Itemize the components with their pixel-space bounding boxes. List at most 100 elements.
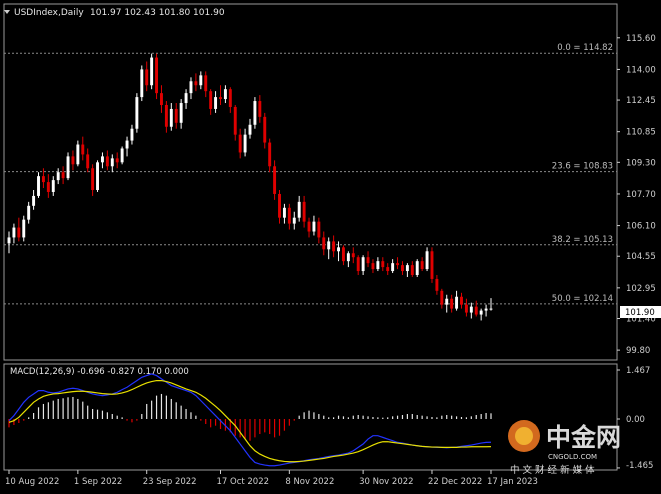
chart-canvas[interactable]: 0.0 = 114.82 23.6 = 108.83 38.2 = 105.13 50… (0, 0, 661, 490)
candle-bull[interactable] (346, 253, 350, 262)
candle-bear[interactable] (91, 168, 95, 190)
candle-bull[interactable] (7, 237, 11, 244)
candle-bear[interactable] (209, 91, 213, 109)
candle-bull[interactable] (415, 261, 419, 275)
candlesticks[interactable] (7, 53, 493, 321)
candle-bear[interactable] (145, 69, 149, 86)
chart-window[interactable]: 0.0 = 114.82 23.6 = 108.83 38.2 = 105.13 50… (0, 0, 661, 490)
candle-bear[interactable] (41, 176, 45, 183)
candle-bull[interactable] (223, 89, 227, 100)
candle-bear[interactable] (450, 298, 454, 309)
candle-bear[interactable] (410, 265, 414, 275)
candle-bear[interactable] (351, 253, 355, 258)
candle-bear[interactable] (356, 257, 360, 272)
candle-bear[interactable] (302, 201, 306, 222)
candle-bull[interactable] (243, 134, 247, 153)
candle-bear[interactable] (420, 261, 424, 270)
candle-bull[interactable] (22, 219, 26, 238)
candle-bear[interactable] (46, 182, 50, 192)
candle-bear[interactable] (322, 237, 326, 250)
candle-bear[interactable] (386, 267, 390, 272)
candle-bear[interactable] (81, 144, 85, 155)
candle-bear[interactable] (460, 296, 463, 305)
candle-bull[interactable] (32, 195, 36, 206)
candle-bull[interactable] (125, 140, 129, 149)
candle-bull[interactable] (189, 81, 193, 94)
candle-bull[interactable] (391, 263, 395, 272)
candle-bull[interactable] (327, 241, 331, 250)
candle-bear[interactable] (115, 158, 119, 163)
candle-bull[interactable] (100, 156, 104, 163)
candle-bear[interactable] (278, 193, 281, 218)
candle-bull[interactable] (469, 306, 473, 313)
candle-bull[interactable] (248, 124, 252, 135)
candle-bear[interactable] (440, 290, 444, 305)
candle-bear[interactable] (317, 221, 321, 238)
candle-bear[interactable] (430, 251, 434, 279)
candle-bear[interactable] (228, 89, 232, 107)
candle-bear[interactable] (233, 106, 237, 135)
candle-bull[interactable] (179, 103, 183, 123)
fibonacci-levels[interactable]: 0.0 = 114.82 23.6 = 108.83 38.2 = 105.13 50… (4, 43, 617, 305)
chevron-down-icon[interactable] (4, 10, 10, 14)
candle-bull[interactable] (66, 156, 70, 179)
candle-bear[interactable] (17, 227, 21, 238)
candle-bull[interactable] (37, 176, 40, 196)
candle-bear[interactable] (464, 304, 468, 313)
candle-bull[interactable] (130, 128, 134, 141)
candle-bear[interactable] (366, 257, 370, 264)
candle-bear[interactable] (155, 57, 159, 94)
candle-bear[interactable] (164, 105, 168, 127)
candle-bull[interactable] (282, 207, 286, 218)
candle-bear[interactable] (307, 221, 311, 232)
candle-bear[interactable] (204, 75, 208, 92)
candle-bull[interactable] (484, 308, 488, 311)
candle-bull[interactable] (12, 227, 16, 238)
candle-bear[interactable] (474, 306, 478, 315)
candle-bear[interactable] (71, 156, 75, 165)
candle-bear[interactable] (401, 265, 404, 272)
candle-bear[interactable] (287, 207, 291, 224)
candle-bull[interactable] (140, 69, 144, 98)
candle-bull[interactable] (184, 93, 188, 104)
candle-bear[interactable] (105, 156, 109, 167)
candle-bear[interactable] (332, 241, 336, 252)
candle-bull[interactable] (150, 57, 154, 86)
candle-bear[interactable] (263, 116, 267, 143)
candle-bear[interactable] (61, 172, 65, 179)
candle-bear[interactable] (273, 166, 277, 194)
candle-bear[interactable] (396, 263, 400, 266)
candle-bear[interactable] (160, 93, 163, 105)
candle-bull[interactable] (135, 97, 139, 129)
candle-bull[interactable] (76, 144, 80, 165)
candle-bull[interactable] (489, 308, 493, 310)
candle-bear[interactable] (238, 134, 242, 153)
candle-bear[interactable] (371, 263, 375, 270)
candle-bull[interactable] (455, 296, 459, 309)
candle-bull[interactable] (120, 148, 124, 163)
candle-bull[interactable] (27, 205, 31, 220)
candle-bear[interactable] (341, 247, 345, 262)
candle-bull[interactable] (169, 108, 173, 127)
candle-bull[interactable] (376, 261, 380, 270)
candle-bull[interactable] (312, 221, 316, 232)
candle-bull[interactable] (445, 298, 449, 305)
candle-bull[interactable] (479, 310, 483, 315)
candle-bear[interactable] (381, 261, 385, 268)
candle-bear[interactable] (219, 97, 222, 100)
candle-bull[interactable] (51, 180, 55, 192)
candle-bull[interactable] (337, 247, 340, 252)
candle-bear[interactable] (268, 142, 272, 167)
candle-bear[interactable] (258, 101, 262, 117)
candle-bull[interactable] (425, 251, 429, 270)
candle-bear[interactable] (435, 278, 439, 291)
candle-bull[interactable] (96, 162, 99, 190)
candle-bull[interactable] (297, 201, 301, 218)
candle-bull[interactable] (56, 172, 60, 181)
candle-bull[interactable] (253, 101, 257, 125)
candle-bear[interactable] (174, 108, 178, 123)
candle-bull[interactable] (110, 158, 114, 167)
candle-bull[interactable] (199, 75, 203, 86)
candle-bull[interactable] (361, 257, 365, 272)
candle-bull[interactable] (292, 217, 296, 224)
